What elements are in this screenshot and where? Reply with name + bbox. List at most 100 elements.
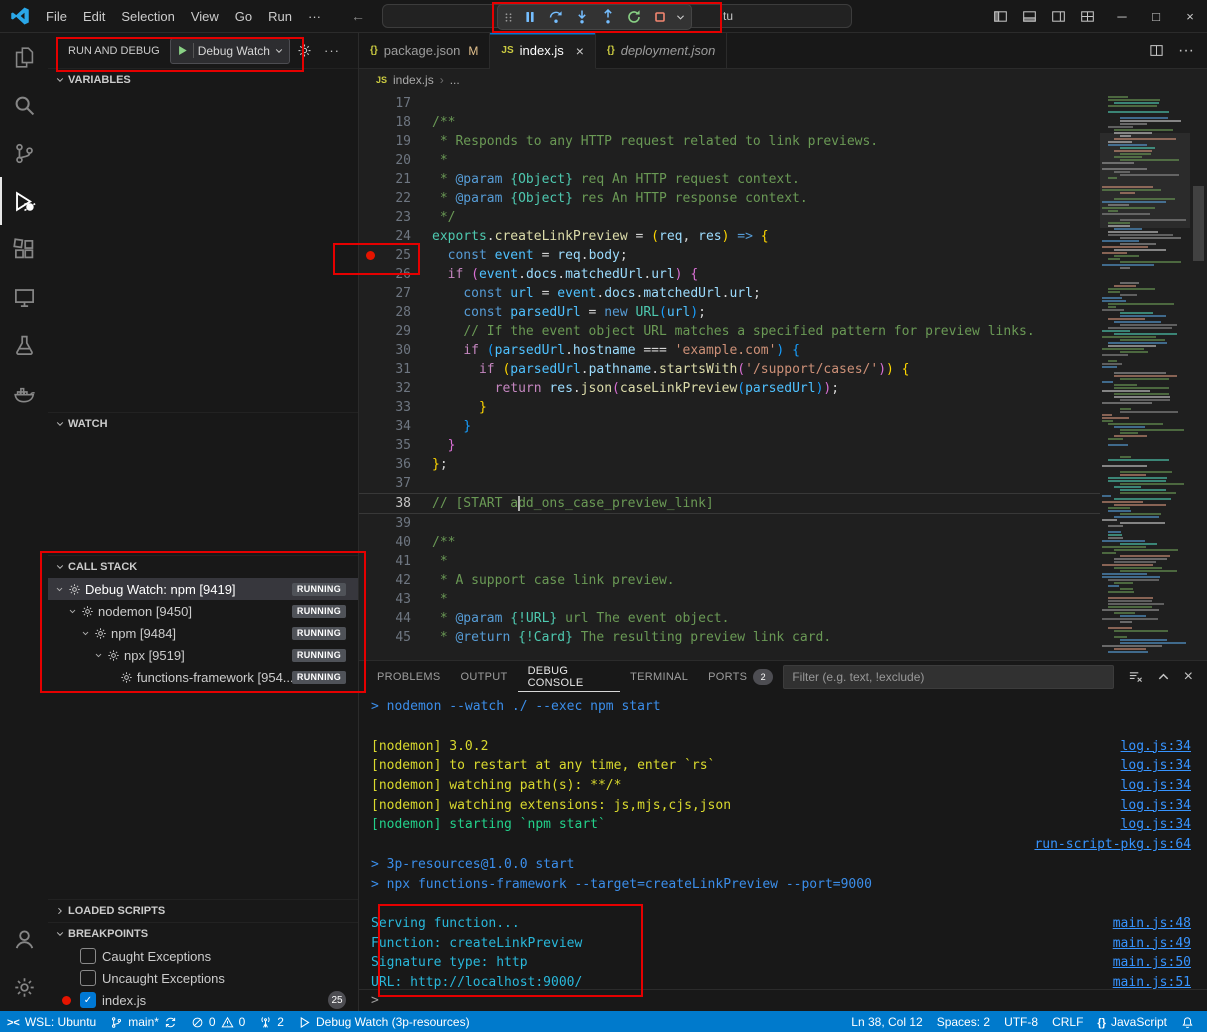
code-line[interactable]: 18/** xyxy=(359,113,1100,132)
panel-tab-debug-console[interactable]: DEBUG CONSOLE xyxy=(518,661,621,692)
search-icon[interactable] xyxy=(0,81,48,129)
chevron-down-icon[interactable] xyxy=(52,585,66,594)
source-link[interactable]: log.js:34 xyxy=(1121,778,1191,793)
source-link[interactable]: log.js:34 xyxy=(1121,798,1191,813)
tab-index.js[interactable]: JSindex.js× xyxy=(490,33,596,69)
menu-file[interactable]: File xyxy=(38,6,75,27)
source-link[interactable]: log.js:34 xyxy=(1121,817,1191,832)
source-control-icon[interactable] xyxy=(0,129,48,177)
restart-button[interactable] xyxy=(621,7,646,28)
menu-go[interactable]: Go xyxy=(227,6,260,27)
debug-console-output[interactable]: > nodemon --watch ./ --exec npm start[no… xyxy=(359,692,1207,989)
call-stack-session[interactable]: Debug Watch: npm [9419]RUNNING xyxy=(48,578,358,600)
code-line[interactable]: 32 return res.json(caseLinkPreview(parse… xyxy=(359,379,1100,398)
chevron-down-icon[interactable] xyxy=(673,7,688,28)
accounts-icon[interactable] xyxy=(0,915,48,963)
code-line[interactable]: 25 const event = req.body; xyxy=(359,246,1100,265)
code-line[interactable]: 36}; xyxy=(359,455,1100,474)
toggle-secondary-sidebar-icon[interactable] xyxy=(1051,9,1066,24)
extensions-icon[interactable] xyxy=(0,225,48,273)
code-line[interactable]: 22 * @param {Object} res An HTTP respons… xyxy=(359,189,1100,208)
minimap[interactable] xyxy=(1100,91,1190,660)
more-actions-icon[interactable]: ··· xyxy=(1178,42,1194,60)
close-button[interactable]: × xyxy=(1173,0,1207,32)
status-ports[interactable]: 2 xyxy=(252,1011,291,1032)
source-link[interactable]: log.js:34 xyxy=(1121,739,1191,754)
breadcrumb-file[interactable]: index.js xyxy=(393,73,434,87)
code-line[interactable]: 40/** xyxy=(359,533,1100,552)
tab-package.json[interactable]: {}package.jsonM xyxy=(359,33,490,68)
code-line[interactable]: 41 * xyxy=(359,552,1100,571)
menu-edit[interactable]: Edit xyxy=(75,6,113,27)
source-link[interactable]: main.js:48 xyxy=(1113,916,1191,931)
docker-icon[interactable] xyxy=(0,369,48,417)
chevron-down-icon[interactable] xyxy=(91,651,105,660)
pause-button[interactable] xyxy=(517,7,542,28)
more-actions-icon[interactable]: ··· xyxy=(324,43,340,58)
status-remote[interactable]: ><WSL: Ubuntu xyxy=(0,1011,103,1032)
code-line[interactable]: 43 * xyxy=(359,590,1100,609)
step-into-button[interactable] xyxy=(569,7,594,28)
panel-tab-problems[interactable]: PROBLEMS xyxy=(367,661,451,692)
launch-config-dropdown[interactable]: Debug Watch xyxy=(170,38,290,64)
code-line[interactable]: 33 } xyxy=(359,398,1100,417)
panel-tab-terminal[interactable]: TERMINAL xyxy=(620,661,698,692)
code-line[interactable]: 19 * Responds to any HTTP request relate… xyxy=(359,132,1100,151)
call-stack-session[interactable]: functions-framework [954...RUNNING xyxy=(48,666,358,688)
filter-input[interactable] xyxy=(784,670,1112,684)
code-line[interactable]: 30 if (parsedUrl.hostname === 'example.c… xyxy=(359,341,1100,360)
code-line[interactable]: 44 * @param {!URL} url The event object. xyxy=(359,609,1100,628)
code-line[interactable]: 35 } xyxy=(359,436,1100,455)
code-line[interactable]: 20 * xyxy=(359,151,1100,170)
breakpoint-item[interactable]: Uncaught Exceptions xyxy=(48,967,358,989)
customize-layout-icon[interactable] xyxy=(1080,9,1095,24)
run-and-debug-icon[interactable] xyxy=(0,177,48,225)
watch-section-header[interactable]: WATCH xyxy=(48,412,358,435)
source-link[interactable]: main.js:49 xyxy=(1113,936,1191,951)
breakpoint-icon[interactable] xyxy=(359,251,381,260)
close-icon[interactable]: × xyxy=(576,44,584,58)
status-notifications[interactable] xyxy=(1174,1011,1201,1032)
menu-run[interactable]: Run xyxy=(260,6,300,27)
chevron-down-icon[interactable] xyxy=(65,607,79,616)
source-link[interactable]: log.js:34 xyxy=(1121,758,1191,773)
code-line[interactable]: 26 if (event.docs.matchedUrl.url) { xyxy=(359,265,1100,284)
code-area[interactable]: 1718/**19 * Responds to any HTTP request… xyxy=(359,91,1100,660)
start-debug-icon[interactable] xyxy=(176,44,189,57)
clear-console-icon[interactable] xyxy=(1128,669,1143,684)
call-stack-session[interactable]: npm [9484]RUNNING xyxy=(48,622,358,644)
call-stack-section-header[interactable]: CALL STACK xyxy=(48,555,358,578)
maximize-button[interactable]: □ xyxy=(1139,0,1173,32)
toggle-panel-icon[interactable] xyxy=(1022,9,1037,24)
code-line[interactable]: 24exports.createLinkPreview = (req, res)… xyxy=(359,227,1100,246)
code-line[interactable]: 37 xyxy=(359,474,1100,493)
stop-button[interactable] xyxy=(647,7,672,28)
remote-explorer-icon[interactable] xyxy=(0,273,48,321)
variables-section-header[interactable]: VARIABLES xyxy=(48,68,358,91)
menu-selection[interactable]: Selection xyxy=(113,6,182,27)
tab-deployment.json[interactable]: {}deployment.json xyxy=(596,33,727,68)
editor-scrollbar[interactable] xyxy=(1190,91,1207,660)
breadcrumb-symbol[interactable]: ... xyxy=(450,73,460,87)
explorer-icon[interactable] xyxy=(0,33,48,81)
minimize-button[interactable]: ─ xyxy=(1105,0,1139,32)
breakpoint-item[interactable]: ✓index.js25 xyxy=(48,989,358,1011)
status-eol[interactable]: CRLF xyxy=(1045,1011,1090,1032)
source-link[interactable]: main.js:50 xyxy=(1113,955,1191,970)
code-line[interactable]: 23 */ xyxy=(359,208,1100,227)
toggle-sidebar-icon[interactable] xyxy=(993,9,1008,24)
call-stack-session[interactable]: npx [9519]RUNNING xyxy=(48,644,358,666)
maximize-panel-icon[interactable] xyxy=(1156,669,1171,684)
status-language[interactable]: {}JavaScript xyxy=(1090,1011,1174,1032)
editor[interactable]: 1718/**19 * Responds to any HTTP request… xyxy=(359,91,1207,660)
code-line[interactable]: 27 const url = event.docs.matchedUrl.url… xyxy=(359,284,1100,303)
status-encoding[interactable]: UTF-8 xyxy=(997,1011,1045,1032)
menu-more[interactable]: ··· xyxy=(300,6,329,27)
configure-gear-icon[interactable] xyxy=(297,43,312,58)
code-line[interactable]: 39 xyxy=(359,514,1100,533)
chevron-down-icon[interactable] xyxy=(78,629,92,638)
menu-view[interactable]: View xyxy=(183,6,227,27)
testing-icon[interactable] xyxy=(0,321,48,369)
call-stack-session[interactable]: nodemon [9450]RUNNING xyxy=(48,600,358,622)
panel-tab-ports[interactable]: PORTS2 xyxy=(698,661,783,692)
